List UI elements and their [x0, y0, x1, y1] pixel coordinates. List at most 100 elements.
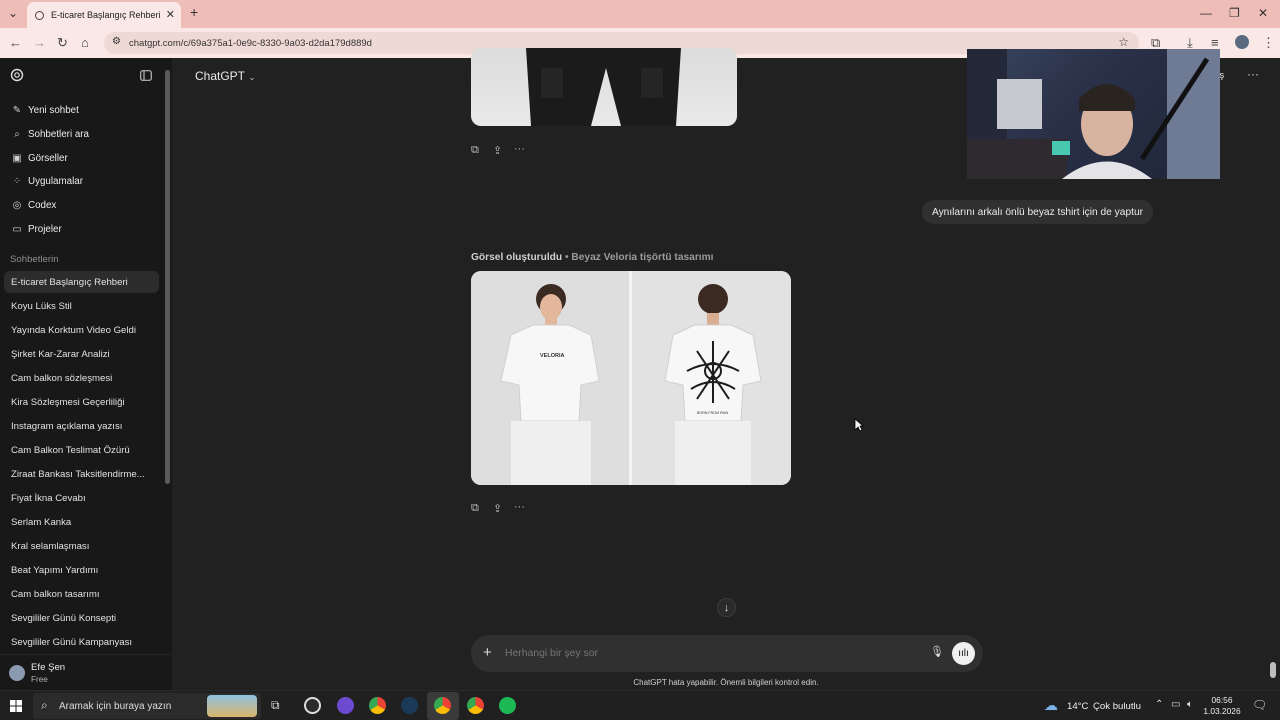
- chat-item[interactable]: Şirket Kar-Zarar Analizi: [4, 343, 159, 365]
- voice-waveform-icon: ıılı: [958, 648, 969, 659]
- webcam-overlay: [967, 49, 1220, 179]
- chat-item[interactable]: Cam balkon sözleşmesi: [4, 367, 159, 389]
- steam-app-icon[interactable]: [401, 697, 418, 714]
- projects-button[interactable]: ▭ Projeler: [10, 219, 62, 239]
- codex-button[interactable]: ◎ Codex: [10, 195, 57, 215]
- close-tab-icon[interactable]: ✕: [166, 8, 175, 21]
- chat-item[interactable]: Sevgililer Günü Konsepti: [4, 607, 159, 629]
- chat-item[interactable]: Cam Balkon Teslimat Özürü: [4, 439, 159, 461]
- nav-label: Görseller: [28, 152, 68, 164]
- network-icon[interactable]: ▭: [1171, 699, 1180, 710]
- composer: + 🎙︎ ıılı: [471, 635, 983, 672]
- nav-label: Yeni sohbet: [28, 104, 79, 116]
- reload-icon[interactable]: ↻: [57, 35, 68, 51]
- chat-item[interactable]: Sevgililer Günü Kampanyası: [4, 631, 159, 653]
- spotify-app-icon[interactable]: [499, 697, 516, 714]
- webcam-person-image: [967, 49, 1220, 179]
- chat-item[interactable]: E-ticaret Başlangıç Rehberi: [4, 271, 159, 293]
- bookmark-star-icon[interactable]: ☆: [1118, 35, 1129, 49]
- windows-start-icon[interactable]: [10, 700, 22, 712]
- chat-item[interactable]: Yayında Korktum Video Geldi: [4, 319, 159, 341]
- copy-icon[interactable]: ⧉: [471, 144, 479, 157]
- toggle-sidebar-icon[interactable]: [140, 70, 152, 81]
- reading-list-icon[interactable]: ≡: [1211, 35, 1219, 50]
- discord-app-icon[interactable]: [337, 697, 354, 714]
- browser-menu-icon[interactable]: ⋮: [1262, 35, 1275, 51]
- volume-icon[interactable]: 🔈︎: [1187, 699, 1193, 710]
- nav-label: Uygulamalar: [28, 175, 83, 187]
- chrome-profile-app-icon[interactable]: [467, 697, 484, 714]
- weather-description[interactable]: Çok bulutlu: [1093, 701, 1141, 712]
- generated-tshirt-image[interactable]: VELORIA BORN FROM PAIN: [471, 271, 791, 485]
- disclaimer-text: ChatGPT hata yapabilir. Önemli bilgileri…: [633, 678, 819, 687]
- search-chats-button[interactable]: ⌕ Sohbetleri ara: [10, 124, 89, 144]
- forward-icon[interactable]: →: [33, 35, 46, 50]
- clock-date: 1.03.2026: [1203, 706, 1241, 716]
- model-selector[interactable]: ChatGPT ⌄: [195, 69, 256, 83]
- chat-item[interactable]: Koyu Lüks Stil: [4, 295, 159, 317]
- share-icon[interactable]: ⇪: [493, 144, 502, 157]
- weather-cloud-icon[interactable]: ☁: [1044, 697, 1058, 714]
- back-icon[interactable]: ←: [9, 35, 22, 50]
- chat-item[interactable]: Beat Yapımı Yardımı: [4, 559, 159, 581]
- tab-search-icon[interactable]: ⌄: [8, 6, 18, 20]
- image-generated-label: Görsel oluşturuldu • Beyaz Veloria tişör…: [471, 252, 714, 263]
- site-info-icon[interactable]: ⚙: [112, 36, 121, 47]
- obs-app-icon[interactable]: [304, 697, 321, 714]
- sidebar-scrollbar[interactable]: [165, 70, 170, 484]
- close-window-icon[interactable]: ✕: [1258, 6, 1268, 20]
- chrome-active-app-icon[interactable]: [434, 697, 451, 714]
- more-options-icon[interactable]: ···: [514, 501, 525, 513]
- previous-generated-image[interactable]: [471, 48, 737, 126]
- chat-item[interactable]: Ziraat Bankası Taksitlendirme...: [4, 463, 159, 485]
- main-scrollbar[interactable]: [1270, 662, 1276, 678]
- scroll-down-button[interactable]: ↓: [717, 598, 736, 617]
- restore-icon[interactable]: ❐: [1229, 6, 1240, 20]
- search-icon: ⌕: [14, 128, 20, 140]
- chat-item[interactable]: Instagram açıklama yazısı: [4, 415, 159, 437]
- image-subtitle: • Beyaz Veloria tişörtü tasarımı: [564, 252, 714, 263]
- edit-icon: ✎: [12, 104, 22, 116]
- minimize-icon[interactable]: —: [1200, 6, 1212, 20]
- chat-item[interactable]: Serlam Kanka: [4, 511, 159, 533]
- chat-item[interactable]: Kral selamlaşması: [4, 535, 159, 557]
- home-icon[interactable]: ⌂: [81, 35, 89, 50]
- chat-item[interactable]: Fiyat İkna Cevabı: [4, 487, 159, 509]
- taskbar-search[interactable]: ⌕ Aramak için buraya yazın: [33, 693, 261, 719]
- share-icon[interactable]: ⇪: [493, 502, 502, 515]
- clock-time: 06:56: [1211, 695, 1233, 705]
- windows-taskbar: ⌕ Aramak için buraya yazın ⧉ ☁ 14°C Çok …: [0, 690, 1280, 720]
- notifications-icon[interactable]: 🗨︎: [1252, 698, 1267, 712]
- tshirt-front-back-image: VELORIA BORN FROM PAIN: [471, 271, 791, 485]
- nav-label: Projeler: [28, 223, 62, 235]
- browser-tab[interactable]: E-ticaret Başlangıç Rehberi ✕: [27, 2, 181, 28]
- images-button[interactable]: ▣ Görseller: [10, 148, 68, 168]
- copy-icon[interactable]: ⧉: [471, 502, 479, 515]
- chrome-app-icon[interactable]: [369, 697, 386, 714]
- user-name: Efe Şen: [31, 662, 66, 673]
- apps-button[interactable]: ⁘ Uygulamalar: [10, 171, 83, 191]
- chatgpt-favicon-icon: [35, 10, 44, 20]
- chat-item[interactable]: Kira Sözleşmesi Geçerliliği: [4, 391, 159, 413]
- chevron-up-icon[interactable]: ⌃: [1155, 699, 1163, 710]
- user-profile[interactable]: Efe Şen Free: [0, 654, 172, 690]
- search-placeholder: Aramak için buraya yazın: [59, 700, 172, 712]
- weather-temperature[interactable]: 14°C: [1067, 701, 1088, 712]
- prompt-input[interactable]: [505, 644, 905, 662]
- new-tab-icon[interactable]: +: [190, 4, 198, 20]
- openai-logo-icon[interactable]: [10, 68, 24, 82]
- task-view-icon[interactable]: ⧉: [271, 698, 280, 713]
- add-attachment-icon[interactable]: +: [483, 644, 492, 661]
- more-options-icon[interactable]: ···: [514, 143, 525, 155]
- user-message-text: Aynılarını arkalı önlü beyaz tshirt için…: [931, 206, 1143, 218]
- chat-item[interactable]: Cam balkon tasarımı: [4, 583, 159, 605]
- new-chat-button[interactable]: ✎ Yeni sohbet: [10, 100, 79, 120]
- profile-avatar[interactable]: [1235, 35, 1249, 49]
- nav-label: Codex: [28, 199, 57, 211]
- image-title: Görsel oluşturuldu: [471, 252, 563, 263]
- microphone-icon[interactable]: 🎙︎: [930, 645, 944, 658]
- voice-mode-button[interactable]: ıılı: [952, 642, 975, 665]
- more-options-icon[interactable]: ···: [1247, 67, 1259, 81]
- clock[interactable]: 06:56 1.03.2026: [1200, 695, 1244, 717]
- apps-icon: ⁘: [12, 175, 22, 187]
